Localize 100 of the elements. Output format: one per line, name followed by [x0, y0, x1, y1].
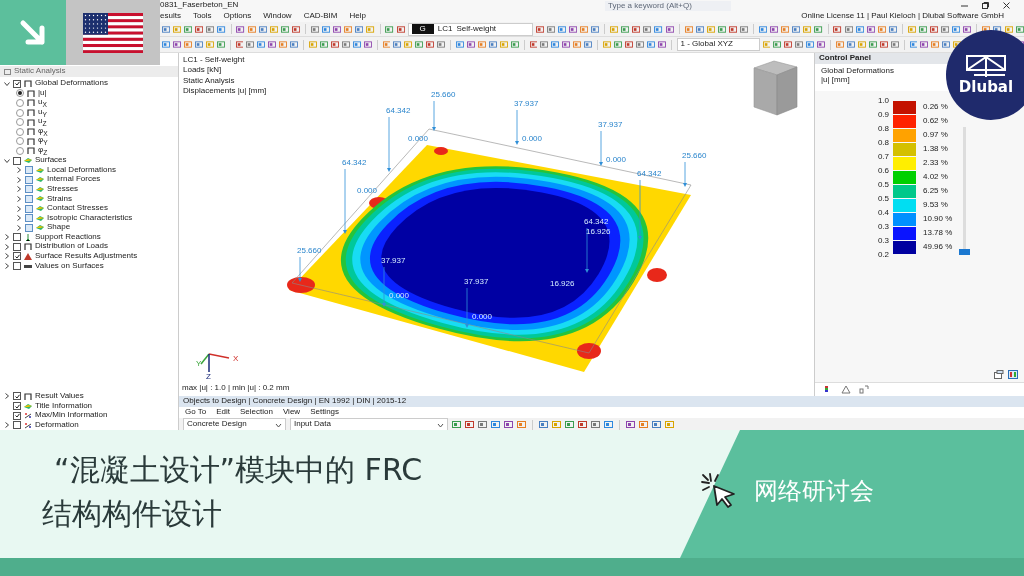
load-arrow — [515, 109, 519, 145]
expand-icon[interactable] — [4, 422, 10, 429]
tree-item-label[interactable]: φ$_{Z}$ — [38, 146, 48, 156]
tree-item-label[interactable]: Support Reactions — [35, 232, 101, 242]
radio-button[interactable] — [16, 137, 24, 146]
surface-icon — [36, 205, 44, 212]
expand-icon[interactable] — [4, 253, 10, 260]
radio-button[interactable] — [16, 99, 24, 107]
expand-icon[interactable] — [16, 176, 22, 183]
tree-item-label[interactable]: Contact Stresses — [47, 204, 108, 213]
checkbox[interactable] — [13, 252, 21, 261]
support-icon — [24, 233, 32, 241]
load-arrow — [432, 100, 436, 131]
tree-item-label[interactable]: Distribution of Loads — [35, 242, 108, 252]
checkbox[interactable] — [25, 214, 33, 223]
checkbox[interactable] — [13, 79, 21, 88]
menu-item[interactable]: View — [282, 408, 301, 417]
maximize-icon[interactable] — [982, 2, 989, 9]
load-case-dropdown[interactable]: G LC1 Self-weight — [407, 22, 533, 36]
expand-icon[interactable] — [4, 243, 10, 250]
expand-icon[interactable] — [16, 186, 22, 193]
checkbox[interactable] — [25, 166, 33, 175]
menu-item[interactable]: Selection — [240, 408, 273, 417]
tree-item-label[interactable]: u$_{Z}$ — [38, 117, 47, 128]
checkbox[interactable] — [13, 233, 21, 242]
window-icon[interactable] — [994, 370, 1004, 379]
tool-icon[interactable] — [1004, 24, 1013, 34]
minimize-icon[interactable] — [961, 2, 968, 9]
expand-icon[interactable] — [16, 167, 22, 174]
checkbox[interactable] — [13, 411, 21, 420]
menu-item[interactable]: esults — [160, 12, 181, 21]
menu-item[interactable]: Help — [349, 12, 366, 21]
checkbox[interactable] — [25, 194, 33, 203]
tree-item-label[interactable]: Strains — [47, 194, 72, 204]
coordinate-system-dropdown[interactable]: 1 - Global XYZ — [676, 38, 760, 51]
expand-icon[interactable] — [16, 195, 22, 202]
menu-item[interactable]: Edit — [216, 408, 230, 417]
expand-icon[interactable] — [16, 205, 22, 212]
tree-item-label[interactable]: Stresses — [47, 184, 79, 194]
menu-item[interactable]: CAD-BIM — [303, 12, 338, 21]
tree-item-label[interactable]: |u| — [38, 89, 47, 98]
tree-item-label[interactable]: Surface Results Adjustments — [35, 252, 138, 261]
scale-settings-icon[interactable] — [1008, 370, 1018, 379]
scale-tick: 1.0 — [876, 96, 889, 105]
load-value: 25.660 — [297, 246, 322, 255]
radio-button[interactable] — [16, 146, 24, 155]
tree-item-label[interactable]: φ$_{Y}$ — [38, 136, 48, 147]
radio-button[interactable] — [16, 89, 24, 98]
scale-tick: 0.3 — [876, 236, 889, 245]
tree-item-label[interactable]: u$_{Y}$ — [38, 107, 47, 118]
load-value: 37.937 — [381, 256, 406, 265]
radio-button[interactable] — [16, 118, 24, 127]
expand-icon[interactable] — [4, 263, 10, 270]
load-arrow — [683, 161, 687, 187]
tree-item-label[interactable]: Surfaces — [35, 156, 67, 165]
tree-item-label[interactable]: u$_{X}$ — [38, 98, 47, 108]
expand-icon[interactable] — [4, 234, 10, 241]
expand-icon[interactable] — [16, 224, 22, 231]
collapse-icon[interactable] — [4, 80, 10, 87]
expand-icon[interactable] — [16, 215, 22, 222]
expand-icon[interactable] — [4, 393, 10, 400]
checkbox[interactable] — [25, 185, 33, 194]
menu-item[interactable]: Window — [263, 12, 292, 21]
checkbox[interactable] — [13, 392, 21, 401]
checkbox[interactable] — [25, 223, 33, 232]
radio-button[interactable] — [16, 108, 24, 117]
structure-tab-icon[interactable] — [841, 385, 851, 394]
tool-icon[interactable] — [504, 420, 513, 429]
menu-item[interactable]: Options — [223, 12, 252, 21]
tree-item-label[interactable]: Max/Min Information — [35, 411, 108, 420]
checkbox[interactable] — [25, 204, 33, 213]
tree-item-label[interactable]: Values on Surfaces — [35, 261, 104, 271]
tree-item-label[interactable]: Internal Forces — [47, 175, 101, 185]
load-value: 0.000 — [357, 186, 378, 195]
menu-item[interactable]: Settings — [310, 408, 340, 417]
scale-tab-icon[interactable] — [859, 385, 869, 394]
view-cube-drawing[interactable] — [753, 60, 798, 116]
load-arrow — [465, 287, 469, 328]
tool-icon[interactable] — [626, 420, 635, 429]
tree-item-label[interactable]: Title Information — [35, 401, 93, 411]
tree-item-label[interactable]: Shape — [47, 223, 71, 233]
tree-item-label[interactable]: Result Values — [35, 392, 84, 401]
tree-item-label[interactable]: Isotropic Characteristics — [47, 213, 133, 223]
close-icon[interactable] — [1003, 2, 1010, 9]
menu-item[interactable]: Go To — [185, 408, 207, 417]
checkbox[interactable] — [13, 421, 21, 430]
tree-item-label[interactable]: Local Deformations — [47, 165, 116, 175]
search-field[interactable]: Type a keyword (Alt+Q) — [605, 0, 731, 11]
checkbox[interactable] — [13, 242, 21, 251]
checkbox[interactable] — [13, 156, 21, 165]
collapse-icon[interactable] — [4, 157, 10, 164]
menu-item[interactable]: Tools — [192, 12, 212, 21]
tree-item-label[interactable]: φ$_{X}$ — [38, 126, 48, 137]
tree-item-label[interactable]: Global Deformations — [35, 79, 108, 89]
checkbox[interactable] — [13, 262, 21, 271]
checkbox[interactable] — [25, 175, 33, 184]
radio-button[interactable] — [16, 127, 24, 136]
tree-item-label[interactable]: Deformation — [35, 420, 79, 430]
checkbox[interactable] — [13, 402, 21, 410]
slider-thumb[interactable] — [959, 248, 970, 255]
